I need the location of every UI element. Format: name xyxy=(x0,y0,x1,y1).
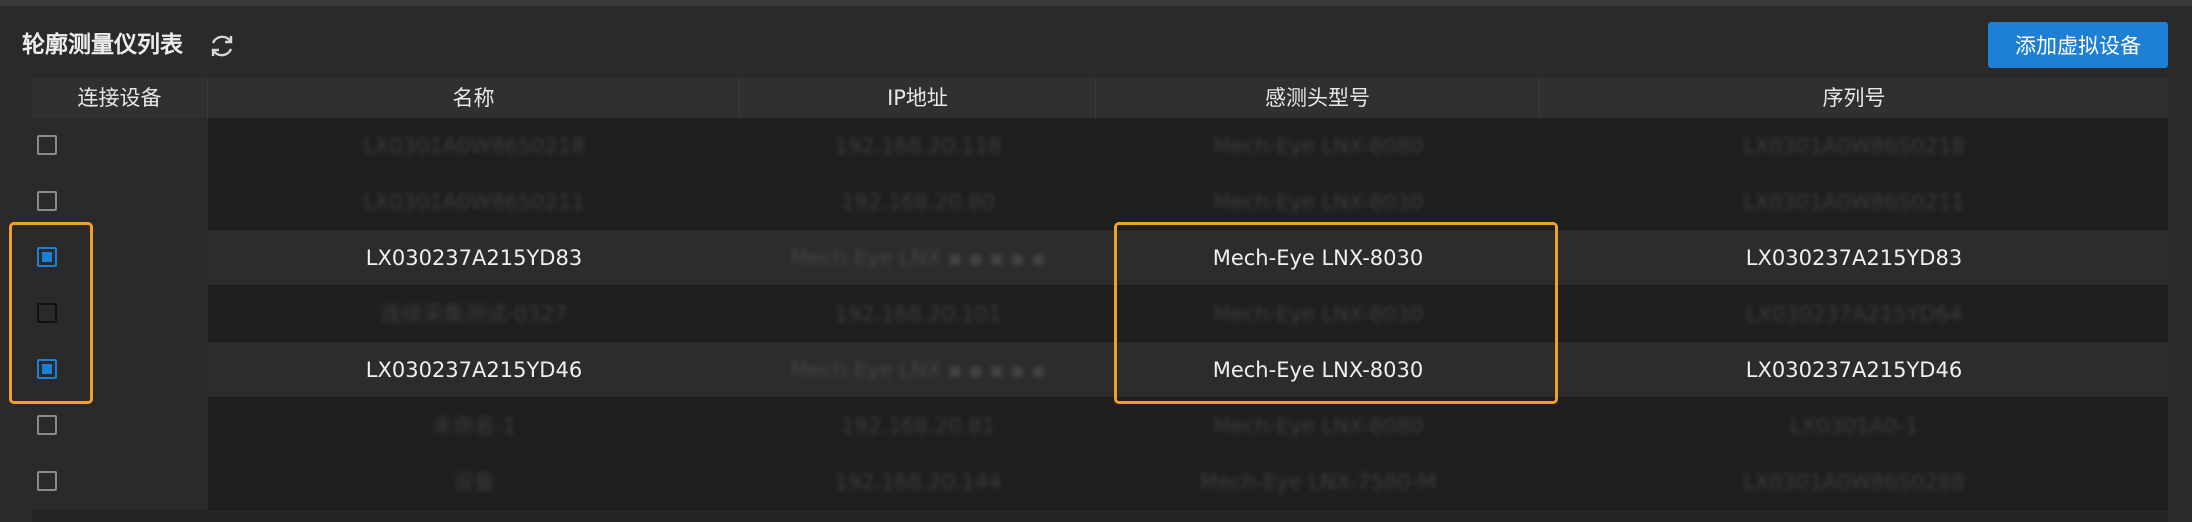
device-table: 连接设备 名称 IP地址 感测头型号 序列号 LX0301A0W86S0218 … xyxy=(32,78,2168,522)
table-row[interactable]: LX030237A215YD83 Mech-Eye LNX ▪ ▪ ▪ ▪ ▪ … xyxy=(32,230,2168,286)
column-header-connect[interactable]: 连接设备 xyxy=(32,78,208,118)
table-row[interactable]: LX0301A0W86S0218 192.168.20.118 Mech-Eye… xyxy=(32,118,2168,174)
device-model: Mech-Eye LNX-8080 xyxy=(1212,134,1424,158)
connect-cell xyxy=(32,286,208,342)
device-name: LX030237A215YD83 xyxy=(365,246,583,270)
device-serial: LX030237A215YD64 xyxy=(1745,302,1963,326)
connect-cell xyxy=(32,454,208,510)
connect-cell xyxy=(32,398,208,454)
connect-checkbox[interactable] xyxy=(37,135,57,155)
device-ip: Mech-Eye LNX ▪ ▪ ▪ ▪ ▪ xyxy=(790,358,1046,382)
connect-checkbox[interactable] xyxy=(37,471,57,491)
column-header-serial[interactable]: 序列号 xyxy=(1540,78,2168,118)
table-row[interactable]: 连续采集测试-0327 192.168.20.101 Mech-Eye LNX-… xyxy=(32,286,2168,342)
connect-cell xyxy=(32,230,208,286)
column-header-model[interactable]: 感测头型号 xyxy=(1096,78,1540,118)
column-header-name[interactable]: 名称 xyxy=(208,78,740,118)
device-serial: LX0301A0W86S0218 xyxy=(1743,134,1965,158)
table-row[interactable]: LX0301A0W86S0211 192.168.20.80 Mech-Eye … xyxy=(32,174,2168,230)
connect-checkbox[interactable] xyxy=(37,247,57,267)
table-header: 连接设备 名称 IP地址 感测头型号 序列号 xyxy=(32,78,2168,119)
connect-checkbox[interactable] xyxy=(37,191,57,211)
device-ip: Mech-Eye LNX ▪ ▪ ▪ ▪ ▪ xyxy=(790,246,1046,270)
connect-cell xyxy=(32,174,208,230)
connect-checkbox[interactable] xyxy=(37,415,57,435)
add-virtual-device-button[interactable]: 添加虚拟设备 xyxy=(1988,22,2168,68)
device-ip: 192.168.20.118 xyxy=(834,134,1002,158)
device-serial: LX0301A0W86S0288 xyxy=(1743,470,1965,494)
device-name: 未命名-1 xyxy=(432,414,516,438)
device-name: LX0301A0W86S0218 xyxy=(363,134,585,158)
panel-title: 轮廓测量仪列表 xyxy=(22,32,183,58)
device-serial: LX030237A215YD46 xyxy=(1745,358,1963,382)
device-model: Mech-Eye LNX-8080 xyxy=(1212,414,1424,438)
device-name: LX0301A0W86S0211 xyxy=(363,190,585,214)
device-model: Mech-Eye LNX-8030 xyxy=(1212,190,1424,214)
device-model: Mech-Eye LNX-8030 xyxy=(1212,246,1424,270)
table-row[interactable]: LX030237A215YD46 Mech-Eye LNX ▪ ▪ ▪ ▪ ▪ … xyxy=(32,342,2168,398)
device-serial: LX0301A0W86S0211 xyxy=(1743,190,1965,214)
device-name: 连续采集测试-0327 xyxy=(380,302,568,326)
device-ip: 192.168.20.144 xyxy=(834,470,1002,494)
device-name: 设备 xyxy=(453,470,495,494)
device-ip: 192.168.20.101 xyxy=(834,302,1002,326)
device-model: Mech-Eye LNX-8030 xyxy=(1212,302,1424,326)
table-row[interactable]: 未命名-1 192.168.20.81 Mech-Eye LNX-8080 LX… xyxy=(32,398,2168,454)
connect-checkbox[interactable] xyxy=(37,303,57,323)
column-header-ip[interactable]: IP地址 xyxy=(740,78,1096,118)
device-ip: 192.168.20.81 xyxy=(841,414,995,438)
device-serial: LX0301A0-1 xyxy=(1789,414,1919,438)
device-model: Mech-Eye LNX-8030 xyxy=(1212,358,1424,382)
table-row[interactable]: 设备 192.168.20.144 Mech-Eye LNX-7580-M LX… xyxy=(32,454,2168,510)
connect-cell xyxy=(32,342,208,398)
refresh-icon[interactable] xyxy=(204,28,240,64)
device-name: LX030237A215YD46 xyxy=(365,358,583,382)
connect-cell xyxy=(32,118,208,174)
connect-checkbox[interactable] xyxy=(37,359,57,379)
device-serial: LX030237A215YD83 xyxy=(1745,246,1963,270)
device-ip: 192.168.20.80 xyxy=(841,190,995,214)
device-model: Mech-Eye LNX-7580-M xyxy=(1199,470,1437,494)
